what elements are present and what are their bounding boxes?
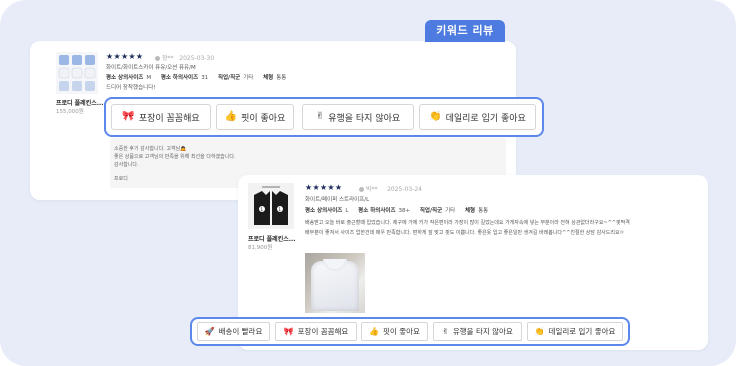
- spec-key: 체형: [465, 208, 476, 214]
- product-option: 화이트/페이퍼 스트라이프/L: [305, 197, 370, 203]
- chip-label: 유행을 타지 않아요: [328, 113, 401, 124]
- keyword-chip[interactable]: ✌ 유행을 타지 않아요: [302, 104, 414, 130]
- chip-label: 핏이 좋아요: [241, 113, 286, 124]
- spec-value: 31: [201, 75, 209, 81]
- chip-label: 포장이 꼼꼼해요: [138, 113, 200, 124]
- review-body-line: 배송받고 오늘 바로 출근할때 입었습니다. 제구에 가께 키가 작은편이라 가…: [305, 220, 630, 226]
- reviewer-name: 박**: [366, 186, 378, 193]
- star-rating: ★★★★★: [305, 183, 343, 192]
- shirts-on-hanger-image: 1 1: [254, 186, 288, 225]
- keyword-chip[interactable]: 🎀 포장이 꼼꼼해요: [111, 104, 211, 130]
- keyword-review-badge: 키워드 리뷰: [425, 20, 505, 42]
- chip-label: 핏이 좋아요: [383, 327, 420, 336]
- product-name[interactable]: 프로디 플레킨스...: [56, 98, 104, 107]
- user-avatar-icon: [155, 56, 160, 61]
- spec-value: 기타: [445, 208, 456, 214]
- spec-value: 기타: [243, 75, 254, 81]
- keyword-chip[interactable]: 👍 핏이 좋아요: [361, 322, 428, 341]
- reviewer-specs: 평소 상의사이즈 L 평소 하의사이즈 38+ 직업/직군 기타 체형 통통: [305, 206, 496, 214]
- product-price: 155,000원: [56, 109, 84, 115]
- chip-label: 데일리로 입기 좋아요: [548, 327, 616, 336]
- victory-hand-icon: ✌: [315, 111, 325, 122]
- victory-hand-icon: ✌: [442, 326, 449, 336]
- reply-line: 좋은 상품으로 고객님의 만족을 위해 최선을 다하겠습니다.: [114, 154, 236, 160]
- keyword-review-showcase: 프로디 플레킨스... 155,000원 ★★★★★ 장** 2025-03-3…: [0, 0, 736, 366]
- spec-value: M: [146, 75, 152, 81]
- user-avatar-icon: [359, 187, 364, 192]
- reviewer-name: 장**: [162, 55, 174, 62]
- product-name[interactable]: 프로디 플레킨스...: [248, 234, 296, 243]
- spec-key: 평소 상의사이즈: [305, 208, 343, 214]
- reply-line: 감사합니다.: [114, 162, 139, 168]
- spec-value: 통통: [478, 208, 489, 214]
- chip-label: 배송이 빨라요: [218, 327, 263, 336]
- keyword-chip[interactable]: ✌ 유행을 타지 않아요: [433, 322, 522, 341]
- spec-key: 평소 하의사이즈: [358, 208, 396, 214]
- keyword-chip[interactable]: 👏 데일리로 입기 좋아요: [527, 322, 623, 341]
- reviewer-specs: 평소 상의사이즈 M 평소 하의사이즈 31 직업/직군 기타 체형 통통: [106, 73, 294, 81]
- review-photo[interactable]: [305, 253, 365, 313]
- keyword-chip[interactable]: 🚀 배송이 빨라요: [197, 322, 270, 341]
- rocket-icon: 🚀: [204, 326, 215, 336]
- spec-key: 평소 하의사이즈: [160, 75, 199, 81]
- clapping-hands-icon: 👏: [429, 111, 442, 122]
- product-option: 화이트/화이트스카이 퓨유/오션 퓨유/M: [106, 65, 196, 71]
- keyword-chip[interactable]: 👏 데일리로 입기 좋아요: [419, 104, 536, 130]
- keyword-chip-group-back: 🎀 포장이 꼼꼼해요 👍 핏이 좋아요 ✌ 유행을 타지 않아요 👏 데일리로 입기 좋…: [104, 97, 544, 137]
- chip-label: 데일리로 입기 좋아요: [445, 113, 526, 124]
- spec-value: 38+: [398, 208, 411, 214]
- spec-value: 통통: [276, 75, 287, 81]
- product-thumbnail[interactable]: 1 1: [248, 183, 294, 229]
- chip-label: 포장이 꼼꼼해요: [297, 327, 349, 336]
- ribbon-icon: 🎀: [122, 111, 135, 122]
- review-date: 2025-03-30: [179, 55, 215, 62]
- review-body-line: 배부분이 좋져서 사이즈 업한건데 매우 만족합니다. 편하게 잘 맞고 핏도 …: [305, 230, 625, 236]
- clapping-hands-icon: 👏: [534, 326, 545, 336]
- review-date: 2025-03-24: [387, 186, 422, 193]
- reply-signature: 프로디: [114, 176, 128, 182]
- spec-value: L: [345, 208, 349, 214]
- thumbs-up-icon: 👍: [369, 326, 380, 336]
- ribbon-icon: 🎀: [283, 326, 294, 336]
- reply-line: 소중한 후기 감사합니다. 고객님🙇: [114, 146, 187, 152]
- keyword-chip-group-front: 🚀 배송이 빨라요 🎀 포장이 꼼꼼해요 👍 핏이 좋아요 ✌ 유행을 타지 않아요 👏…: [190, 317, 630, 346]
- review-meta: 박** 2025-03-24: [359, 184, 422, 193]
- keyword-chip[interactable]: 🎀 포장이 꼼꼼해요: [275, 322, 357, 341]
- spec-key: 평소 상의사이즈: [106, 75, 144, 81]
- spec-key: 직업/직군: [419, 208, 443, 214]
- star-rating: ★★★★★: [106, 52, 144, 61]
- spec-key: 직업/직군: [217, 75, 241, 81]
- review-meta: 장** 2025-03-30: [155, 53, 214, 62]
- keyword-chip[interactable]: 👍 핏이 좋아요: [216, 104, 294, 130]
- spec-key: 체형: [263, 75, 274, 81]
- product-price: 81,900원: [248, 245, 273, 251]
- product-thumbnail[interactable]: [56, 52, 98, 94]
- review-body: 드디어 장착했습니다!: [106, 85, 156, 91]
- thumbs-up-icon: 👍: [224, 111, 238, 122]
- chip-label: 유행을 타지 않아요: [452, 327, 513, 336]
- shirt-grid-image: [58, 55, 96, 91]
